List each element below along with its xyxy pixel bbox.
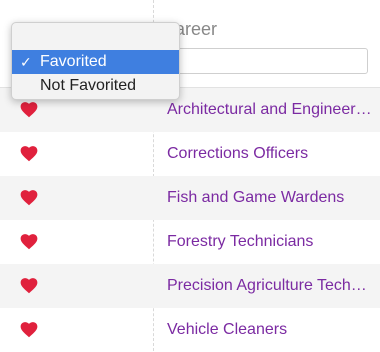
career-link[interactable]: Architectural and Engineering Managers	[167, 88, 372, 132]
checkmark-icon: ✓	[20, 54, 32, 70]
table-row[interactable]: Corrections Officers	[0, 132, 380, 176]
heart-icon[interactable]	[19, 189, 39, 207]
table-row[interactable]: Vehicle Cleaners	[0, 308, 380, 352]
heart-icon[interactable]	[19, 233, 39, 251]
career-link[interactable]: Vehicle Cleaners	[167, 308, 372, 352]
table-row[interactable]: Precision Agriculture Technicians	[0, 264, 380, 308]
dropdown-option-label: Not Favorited	[40, 77, 137, 94]
career-link[interactable]: Precision Agriculture Technicians	[167, 264, 372, 308]
career-table-body: Architectural and Engineering Managers C…	[0, 88, 380, 352]
heart-icon[interactable]	[19, 277, 39, 295]
heart-icon[interactable]	[19, 101, 39, 119]
heart-icon[interactable]	[19, 321, 39, 339]
dropdown-option-label: Favorited	[40, 53, 107, 70]
table-row[interactable]: Fish and Game Wardens	[0, 176, 380, 220]
career-filter-input[interactable]	[168, 48, 368, 74]
favorite-filter-dropdown[interactable]: ✓ Favorited Not Favorited	[11, 22, 180, 100]
dropdown-option-not-favorited[interactable]: Not Favorited	[12, 74, 179, 98]
heart-icon[interactable]	[19, 145, 39, 163]
career-link[interactable]: Corrections Officers	[167, 132, 372, 176]
career-link[interactable]: Fish and Game Wardens	[167, 176, 372, 220]
career-link[interactable]: Forestry Technicians	[167, 220, 372, 264]
dropdown-option-favorited[interactable]: ✓ Favorited	[12, 50, 179, 74]
table-row[interactable]: Forestry Technicians	[0, 220, 380, 264]
